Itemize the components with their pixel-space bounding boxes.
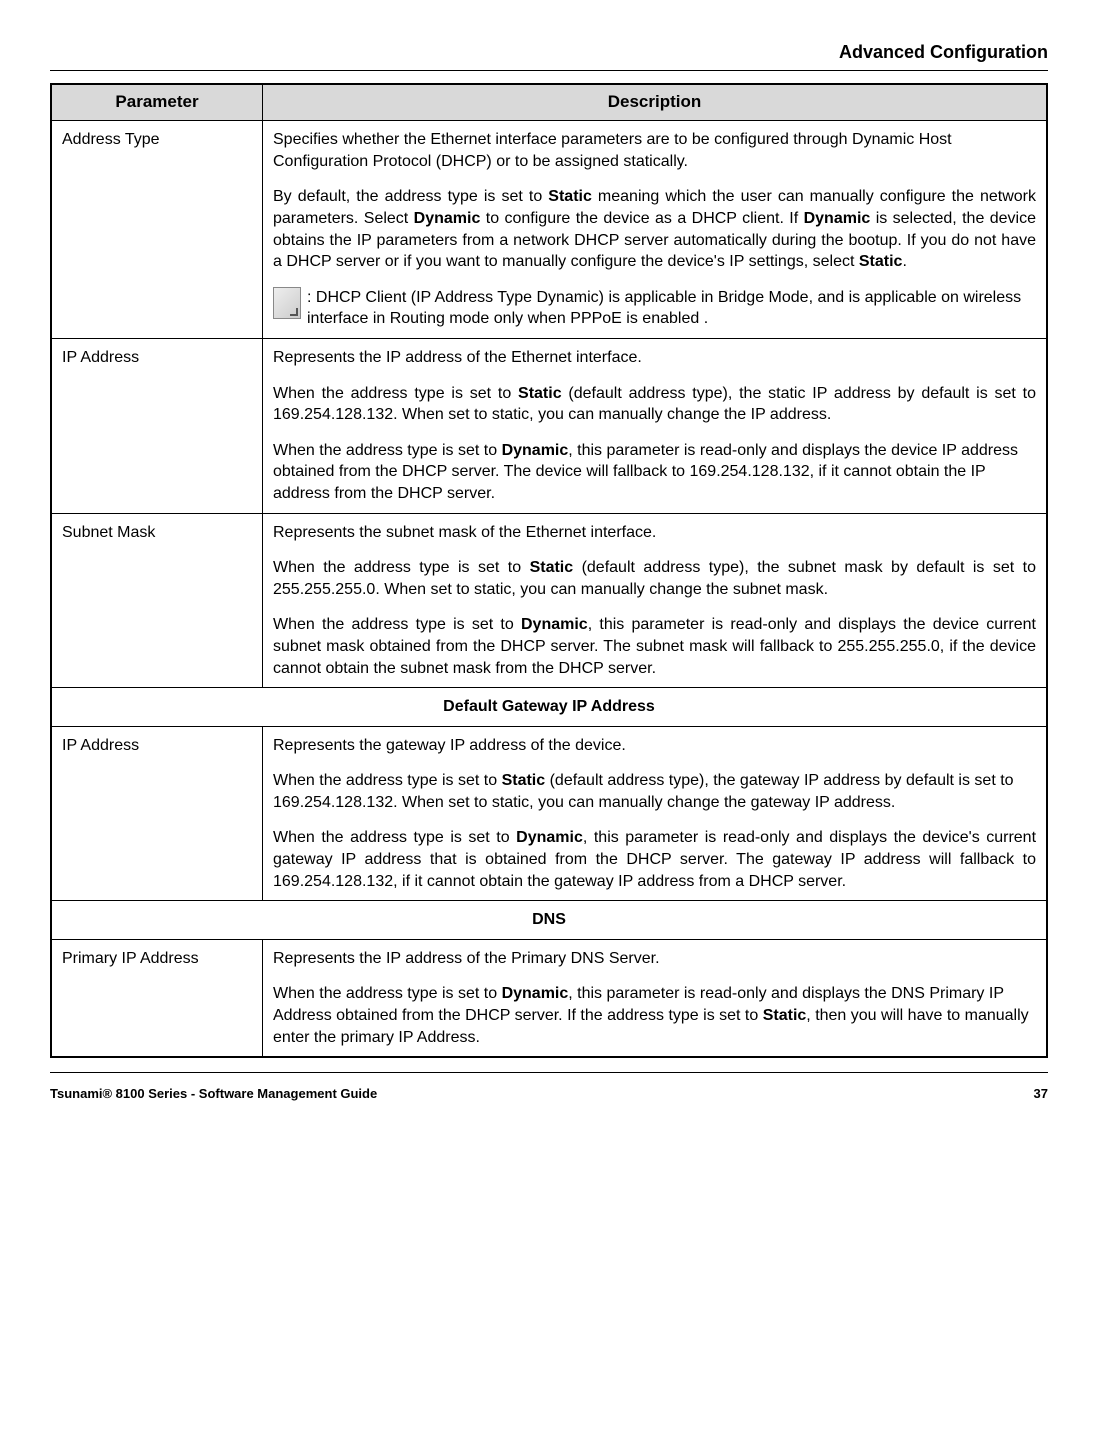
text: When the address type is set to: [273, 985, 502, 1002]
footer-left: Tsunami® 8100 Series - Software Manageme…: [50, 1085, 377, 1103]
section-header: DNS: [51, 901, 1047, 940]
footer-right: 37: [1034, 1085, 1048, 1103]
param-cell: Address Type: [51, 121, 263, 339]
col-parameter: Parameter: [51, 84, 263, 120]
note-text: : DHCP Client (IP Address Type Dynamic) …: [307, 287, 1036, 330]
paragraph: When the address type is set to Dynamic,…: [273, 827, 1036, 892]
table-row: Address Type Specifies whether the Ether…: [51, 121, 1047, 339]
table-row: Primary IP Address Represents the IP add…: [51, 939, 1047, 1057]
paragraph: When the address type is set to Dynamic,…: [273, 440, 1036, 505]
paragraph: Represents the IP address of the Etherne…: [273, 347, 1036, 369]
bold: Dynamic: [414, 210, 481, 227]
bold: Static: [502, 772, 546, 789]
bold: Static: [859, 253, 903, 270]
paragraph: When the address type is set to Static (…: [273, 383, 1036, 426]
desc-cell: Represents the gateway IP address of the…: [263, 726, 1048, 901]
param-cell: IP Address: [51, 338, 263, 513]
paragraph: Represents the gateway IP address of the…: [273, 735, 1036, 757]
table-row: DNS: [51, 901, 1047, 940]
section-header: Default Gateway IP Address: [51, 688, 1047, 727]
desc-cell: Specifies whether the Ethernet interface…: [263, 121, 1048, 339]
text: When the address type is set to: [273, 829, 516, 846]
paragraph: When the address type is set to Dynamic,…: [273, 614, 1036, 679]
paragraph: When the address type is set to Dynamic,…: [273, 983, 1036, 1048]
param-cell: Primary IP Address: [51, 939, 263, 1057]
text: to configure the device as a DHCP client…: [480, 210, 803, 227]
note-icon: [273, 287, 301, 319]
page-header-title: Advanced Configuration: [50, 40, 1048, 64]
bold: Dynamic: [502, 442, 569, 459]
param-cell: Subnet Mask: [51, 513, 263, 688]
text: When the address type is set to: [273, 559, 530, 576]
text: When the address type is set to: [273, 616, 521, 633]
bold: Static: [548, 188, 592, 205]
desc-cell: Represents the IP address of the Etherne…: [263, 338, 1048, 513]
paragraph: Specifies whether the Ethernet interface…: [273, 129, 1036, 172]
table-row: IP Address Represents the IP address of …: [51, 338, 1047, 513]
parameter-table: Parameter Description Address Type Speci…: [50, 83, 1048, 1058]
paragraph: By default, the address type is set to S…: [273, 186, 1036, 272]
table-row: Default Gateway IP Address: [51, 688, 1047, 727]
text: When the address type is set to: [273, 772, 502, 789]
page-footer: Tsunami® 8100 Series - Software Manageme…: [50, 1085, 1048, 1103]
text: When the address type is set to: [273, 385, 518, 402]
table-row: Subnet Mask Represents the subnet mask o…: [51, 513, 1047, 688]
bold: Static: [763, 1007, 807, 1024]
paragraph: Represents the IP address of the Primary…: [273, 948, 1036, 970]
desc-cell: Represents the IP address of the Primary…: [263, 939, 1048, 1057]
col-description: Description: [263, 84, 1048, 120]
text: When the address type is set to: [273, 442, 502, 459]
top-rule: [50, 70, 1048, 71]
bold: Dynamic: [516, 829, 583, 846]
bold: Dynamic: [502, 985, 569, 1002]
text: By default, the address type is set to: [273, 188, 548, 205]
note-block: : DHCP Client (IP Address Type Dynamic) …: [273, 287, 1036, 330]
bold: Dynamic: [804, 210, 871, 227]
table-row: IP Address Represents the gateway IP add…: [51, 726, 1047, 901]
bold: Dynamic: [521, 616, 588, 633]
paragraph: When the address type is set to Static (…: [273, 557, 1036, 600]
paragraph: When the address type is set to Static (…: [273, 770, 1036, 813]
paragraph: Represents the subnet mask of the Ethern…: [273, 522, 1036, 544]
bottom-rule: [50, 1072, 1048, 1073]
desc-cell: Represents the subnet mask of the Ethern…: [263, 513, 1048, 688]
bold: Static: [530, 559, 574, 576]
bold: Static: [518, 385, 562, 402]
text: .: [902, 253, 906, 270]
param-cell: IP Address: [51, 726, 263, 901]
